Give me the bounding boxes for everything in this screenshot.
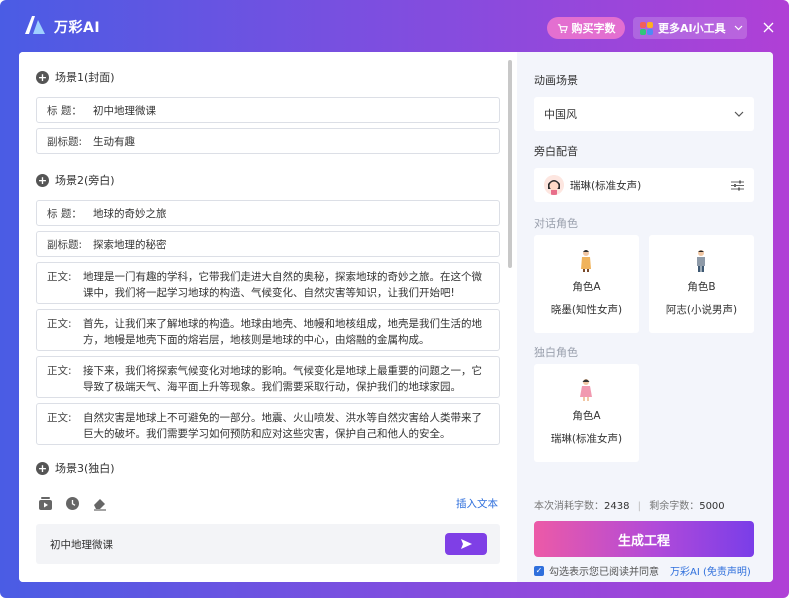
close-button[interactable] [761,21,775,35]
para-text: 接下来，我们将探索气候变化对地球的影响。气候变化是地球上最重要的问题之一，它导致… [83,365,482,393]
send-button[interactable] [445,533,487,555]
role-name: 角色A [572,410,601,422]
more-ai-tools-button[interactable]: 更多AI小工具 [633,17,747,39]
role-name: 角色A [572,281,601,293]
scene-2-header[interactable]: + 场景2(旁白) [36,172,115,188]
add-icon: + [36,173,49,187]
prompt-input[interactable] [50,536,430,552]
add-icon: + [36,461,49,475]
scene-3-header[interactable]: + 场景3(独白) [36,460,115,476]
app-logo-icon [25,16,45,34]
para-label: 正文: [47,271,72,283]
role-name: 角色B [687,281,716,293]
scene-3-title: 场景3(独白) [55,462,115,475]
scene-1-header[interactable]: + 场景1(封面) [36,69,115,85]
more-ai-tools-label: 更多AI小工具 [658,22,726,35]
role-voice: 阿志(小说男声) [665,304,738,316]
dialogue-role-card-b[interactable]: 角色B 阿志(小说男声) [649,235,754,333]
monologue-role-card[interactable]: 角色A 瑞琳(标准女声) [534,364,639,462]
scene-2-body-paragraph[interactable]: 正文: 自然灾害是地球上不可避免的一部分。地震、火山喷发、洪水等自然灾害给人类带… [36,403,500,445]
cart-icon [557,23,568,33]
animation-scene-label: 动画场景 [534,74,578,87]
history-clock-icon[interactable] [65,496,80,511]
word-count-stats: 本次消耗字数：2438 | 剩余字数：5000 [534,497,725,512]
agreement-row: ✓ 勾选表示您已阅读并同意 万彩AI (免责声明) [534,563,751,578]
agree-checkbox[interactable]: ✓ [534,565,544,576]
remaining-words-label: 剩余字数： [649,501,700,512]
para-label: 正文: [47,318,72,330]
para-label: 正文: [47,365,72,377]
monologue-role-label: 独白角色 [534,346,578,359]
character-figure-icon [580,379,592,401]
chevron-down-icon [734,25,743,31]
field-label: 副标题: [47,238,83,251]
stats-separator: | [637,501,642,512]
character-figure-icon [581,250,591,272]
prompt-input-box [36,524,500,564]
used-words-label: 本次消耗字数： [534,501,604,512]
title-bar: 万彩AI 购买字数 更多AI小工具 [0,0,789,52]
scene-1-subtitle-field[interactable]: 副标题: 生动有趣 [36,128,500,154]
narration-label: 旁白配音 [534,145,578,158]
field-label: 标 题： [47,104,82,117]
animation-scene-value: 中国风 [544,108,577,121]
para-label: 正文: [47,412,72,424]
para-text: 地理是一门有趣的学科，它带我们走进大自然的奥秘，探索地球的奇妙之旅。在这个微课中… [83,271,482,299]
main-content: + 场景1(封面) 标 题： 初中地理微课 副标题: 生动有趣 + 场景2(旁白… [19,52,773,582]
scene-2-title-field[interactable]: 标 题： 地球的奇妙之旅 [36,200,500,226]
para-text: 自然灾害是地球上不可避免的一部分。地震、火山喷发、洪水等自然灾害给人类带来了巨大… [83,412,482,440]
app-window: 万彩AI 购买字数 更多AI小工具 + 场景1(封面) 标 题： 初中地理微课 … [0,0,789,598]
character-figure-icon [697,250,705,272]
narration-voice-name: 瑞琳(标准女声) [570,179,642,192]
script-editor-panel: + 场景1(封面) 标 题： 初中地理微课 副标题: 生动有趣 + 场景2(旁白… [19,52,517,582]
settings-sliders-icon[interactable] [731,180,744,191]
field-value: 生动有趣 [93,135,135,148]
close-icon [763,22,773,33]
field-value: 初中地理微课 [93,104,156,117]
send-icon [460,539,472,549]
disclaimer-link[interactable]: 万彩AI (免责声明) [670,563,751,578]
eraser-icon[interactable] [92,496,107,511]
scene-1-title-field[interactable]: 标 题： 初中地理微课 [36,97,500,123]
chevron-down-icon [734,111,744,117]
scene-1-title: 场景1(封面) [55,71,115,84]
scene-2-title: 场景2(旁白) [55,174,115,187]
generate-project-button[interactable]: 生成工程 [534,521,754,557]
dialogue-roles-label: 对话角色 [534,217,578,230]
agree-text: 勾选表示您已阅读并同意 [549,567,659,578]
scene-2-body-paragraph[interactable]: 正文: 首先，让我们来了解地球的构造。地球由地壳、地幔和地核组成，地壳是我们生活… [36,309,500,351]
animation-scene-select[interactable]: 中国风 [534,97,754,131]
field-value: 地球的奇妙之旅 [93,207,167,220]
apps-grid-icon [640,21,653,35]
buy-words-button[interactable]: 购买字数 [547,17,625,39]
insert-text-link[interactable]: 插入文本 [456,496,498,511]
field-label: 标 题： [47,207,82,220]
media-play-icon[interactable] [38,496,53,511]
narration-voice-select[interactable]: 瑞琳(标准女声) [534,168,754,202]
field-label: 副标题: [47,135,83,148]
app-title: 万彩AI [54,20,101,36]
vertical-scrollbar[interactable] [508,60,512,268]
field-value: 探索地理的秘密 [93,238,167,251]
settings-panel: 动画场景 中国风 旁白配音 瑞琳(标准女声) 对话角色 角色A 晓墨(知性女声)… [517,52,773,582]
buy-words-label: 购买字数 [571,22,616,35]
remaining-words-value: 5000 [699,501,725,512]
scene-2-body-paragraph[interactable]: 正文: 地理是一门有趣的学科，它带我们走进大自然的奥秘，探索地球的奇妙之旅。在这… [36,262,500,304]
avatar [544,175,564,195]
role-voice: 晓墨(知性女声) [550,304,623,316]
add-icon: + [36,70,49,84]
dialogue-role-card-a[interactable]: 角色A 晓墨(知性女声) [534,235,639,333]
used-words-value: 2438 [604,501,630,512]
scene-2-body-paragraph[interactable]: 正文: 接下来，我们将探索气候变化对地球的影响。气候变化是地球上最重要的问题之一… [36,356,500,398]
para-text: 首先，让我们来了解地球的构造。地球由地壳、地幔和地核组成，地壳是我们生活的地方，… [83,318,482,346]
role-voice: 瑞琳(标准女声) [550,433,623,445]
scene-2-subtitle-field[interactable]: 副标题: 探索地理的秘密 [36,231,500,257]
